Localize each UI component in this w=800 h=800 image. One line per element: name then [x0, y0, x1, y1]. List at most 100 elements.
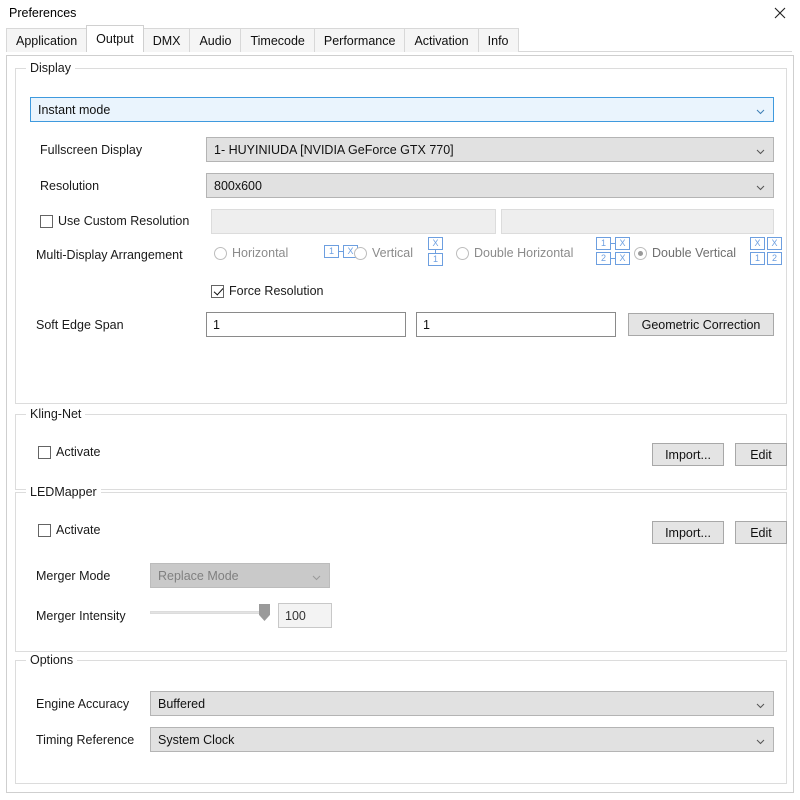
- radio-double-horizontal-label: Double Horizontal: [474, 246, 574, 260]
- arrange-horizontal-icon: 1 X: [324, 245, 358, 258]
- checkbox-box: [38, 523, 51, 537]
- checkbox-box: [40, 214, 53, 228]
- led-mapper-activate-checkbox[interactable]: Activate: [38, 523, 100, 537]
- window-titlebar: Preferences: [0, 0, 800, 26]
- close-icon[interactable]: [760, 0, 800, 26]
- checkbox-box: [38, 445, 51, 459]
- display-group: Display Instant mode Fullscreen Display …: [15, 61, 787, 404]
- tab-label: Info: [487, 33, 509, 48]
- radio-double-horizontal[interactable]: Double Horizontal: [456, 246, 573, 260]
- display-mode-combo[interactable]: Instant mode: [30, 97, 774, 122]
- led-mapper-activate-label: Activate: [56, 523, 101, 537]
- window-title: Preferences: [9, 6, 77, 20]
- options-group: Options Engine Accuracy Buffered Timing …: [15, 653, 787, 784]
- timing-reference-combo[interactable]: System Clock: [150, 727, 774, 752]
- resolution-value: 800x600: [214, 178, 262, 193]
- kling-net-group-legend: Kling-Net: [26, 407, 86, 421]
- engine-accuracy-combo[interactable]: Buffered: [150, 691, 774, 716]
- led-mapper-import-button[interactable]: Import...: [652, 521, 724, 544]
- slider-track: [150, 611, 270, 614]
- radio-dot: [354, 246, 367, 260]
- output-panel: Display Instant mode Fullscreen Display …: [6, 55, 794, 793]
- arrange-double-vertical-icon: X X 1 2: [750, 237, 782, 265]
- arrange-cell: 1: [324, 245, 339, 258]
- force-resolution-label: Force Resolution: [229, 284, 324, 298]
- soft-edge-span-input-1[interactable]: 1: [206, 312, 406, 337]
- arrange-cell: 1: [428, 253, 443, 266]
- kling-net-activate-checkbox[interactable]: Activate: [38, 445, 100, 459]
- display-mode-value: Instant mode: [38, 102, 111, 117]
- arrange-cell: X: [750, 237, 765, 250]
- chevron-down-icon: [756, 735, 765, 744]
- engine-accuracy-value: Buffered: [158, 696, 206, 711]
- tab-timecode[interactable]: Timecode: [240, 28, 315, 52]
- tab-audio[interactable]: Audio: [189, 28, 242, 52]
- radio-dot: [456, 246, 469, 260]
- slider-thumb[interactable]: [259, 604, 270, 621]
- soft-edge-span-input-2[interactable]: 1: [416, 312, 616, 337]
- arrange-cell: 1: [596, 237, 611, 250]
- led-mapper-import-label: Import...: [665, 525, 711, 540]
- tab-dmx[interactable]: DMX: [142, 28, 191, 52]
- kling-net-import-button[interactable]: Import...: [652, 443, 724, 466]
- tab-application[interactable]: Application: [6, 28, 88, 52]
- options-group-legend: Options: [26, 653, 78, 667]
- radio-double-vertical-label: Double Vertical: [652, 246, 737, 260]
- soft-edge-span-value-2: 1: [423, 317, 430, 332]
- chevron-down-icon: [312, 571, 321, 580]
- checkbox-box: [211, 284, 224, 298]
- tab-label: Performance: [323, 33, 396, 48]
- engine-accuracy-label: Engine Accuracy: [36, 697, 130, 711]
- kling-net-edit-button[interactable]: Edit: [735, 443, 787, 466]
- resolution-label: Resolution: [40, 179, 100, 193]
- force-resolution-checkbox[interactable]: Force Resolution: [211, 284, 324, 298]
- tab-performance[interactable]: Performance: [313, 28, 406, 52]
- arrange-cell: 1: [750, 252, 765, 265]
- tab-info[interactable]: Info: [477, 28, 519, 52]
- arrange-cell: X: [615, 252, 630, 265]
- led-mapper-group-legend: LEDMapper: [26, 485, 101, 499]
- geometric-correction-button[interactable]: Geometric Correction: [628, 313, 774, 336]
- custom-resolution-height-input[interactable]: [501, 209, 774, 234]
- merger-mode-label: Merger Mode: [36, 569, 111, 583]
- kling-net-group: Kling-Net Activate Import... Edit: [15, 407, 787, 490]
- fullscreen-display-combo[interactable]: 1- HUYINIUDA [NVIDIA GeForce GTX 770]: [206, 137, 774, 162]
- timing-reference-label: Timing Reference: [36, 733, 135, 747]
- custom-resolution-width-input[interactable]: [211, 209, 496, 234]
- chevron-down-icon: [756, 181, 765, 190]
- merger-intensity-value-input[interactable]: 100: [278, 603, 332, 628]
- led-mapper-edit-label: Edit: [750, 525, 772, 540]
- radio-dot: [634, 246, 647, 260]
- merger-intensity-value: 100: [285, 608, 306, 623]
- tab-label: Application: [16, 33, 78, 48]
- tab-activation[interactable]: Activation: [404, 28, 479, 52]
- merger-mode-combo[interactable]: Replace Mode: [150, 563, 330, 588]
- tab-label: Output: [96, 32, 134, 46]
- arrange-cell: 2: [767, 252, 782, 265]
- arrange-cell: X: [767, 237, 782, 250]
- chevron-down-icon: [756, 105, 765, 114]
- merger-intensity-slider[interactable]: [150, 603, 270, 621]
- radio-horizontal[interactable]: Horizontal: [214, 246, 288, 260]
- radio-vertical-label: Vertical: [372, 246, 413, 260]
- soft-edge-span-value-1: 1: [213, 317, 220, 332]
- geometric-correction-label: Geometric Correction: [641, 317, 761, 332]
- radio-double-vertical[interactable]: Double Vertical: [634, 246, 736, 260]
- resolution-combo[interactable]: 800x600: [206, 173, 774, 198]
- use-custom-resolution-checkbox[interactable]: Use Custom Resolution: [40, 214, 189, 228]
- radio-horizontal-label: Horizontal: [232, 246, 289, 260]
- arrange-cell: X: [428, 237, 443, 250]
- chevron-down-icon: [756, 699, 765, 708]
- tab-output[interactable]: Output: [86, 25, 144, 52]
- arrange-cell: X: [615, 237, 630, 250]
- led-mapper-edit-button[interactable]: Edit: [735, 521, 787, 544]
- tab-strip: Application Output DMX Audio Timecode Pe…: [0, 25, 800, 52]
- fullscreen-display-label: Fullscreen Display: [40, 143, 143, 157]
- arrange-double-horizontal-icon: 1 X 2 X: [596, 237, 630, 265]
- led-mapper-group: LEDMapper Activate Import... Edit Merger…: [15, 485, 787, 652]
- arrange-cell: 2: [596, 252, 611, 265]
- kling-net-edit-label: Edit: [750, 447, 772, 462]
- radio-vertical[interactable]: Vertical: [354, 246, 413, 260]
- arrange-vertical-icon: X 1: [428, 237, 443, 266]
- radio-dot: [214, 246, 227, 260]
